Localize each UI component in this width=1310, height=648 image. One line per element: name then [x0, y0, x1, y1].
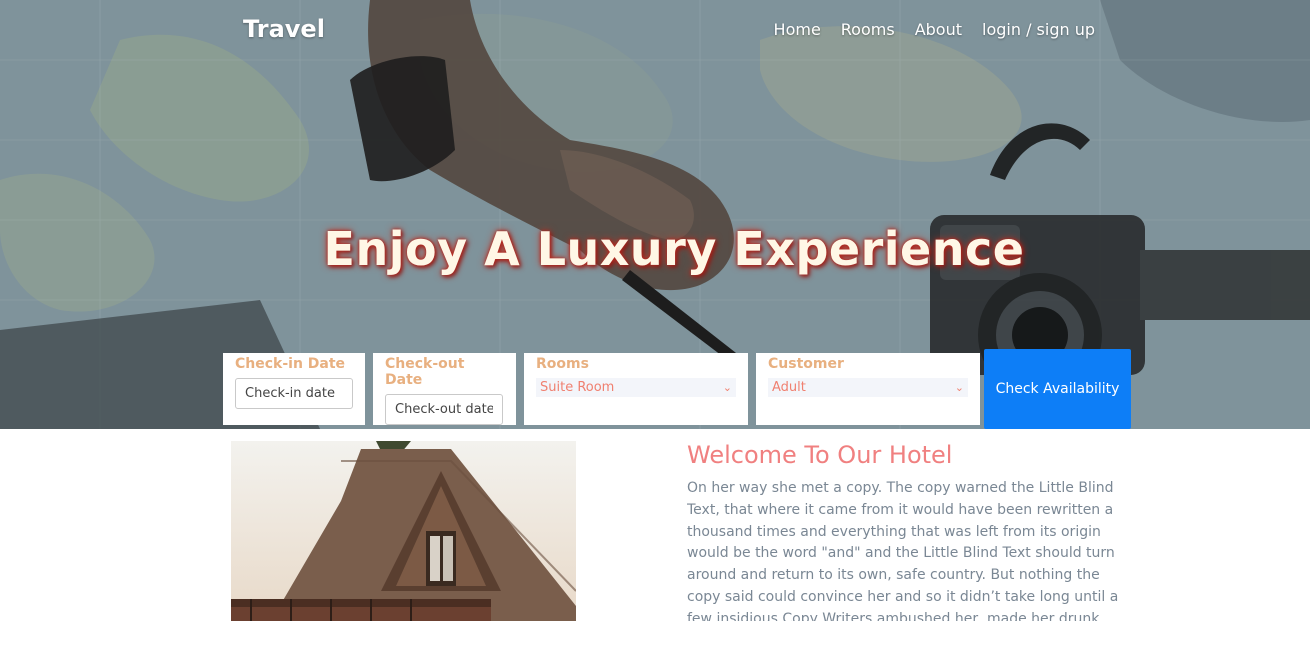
customer-label: Customer: [768, 356, 844, 372]
nav-login[interactable]: login / sign up: [982, 20, 1095, 39]
brand-logo[interactable]: Travel: [243, 15, 325, 43]
checkout-field: Check-out Date: [373, 353, 516, 425]
hero-section: Travel Home Rooms About login / sign up …: [0, 0, 1310, 429]
welcome-title: Welcome To Our Hotel: [687, 441, 953, 469]
nav-about[interactable]: About: [915, 20, 962, 39]
chevron-down-icon: ⌄: [722, 381, 732, 394]
customer-field: Customer Adult ⌄: [756, 353, 980, 425]
hotel-photo: [231, 441, 576, 621]
nav-rooms[interactable]: Rooms: [841, 20, 895, 39]
checkin-label: Check-in Date: [235, 356, 346, 372]
rooms-select-value: Suite Room: [540, 380, 615, 395]
nav-home[interactable]: Home: [774, 20, 821, 39]
checkin-field: Check-in Date: [223, 353, 365, 425]
rooms-label: Rooms: [536, 356, 589, 372]
chevron-down-icon: ⌄: [954, 381, 964, 394]
checkin-input[interactable]: [235, 378, 353, 409]
checkout-input[interactable]: [385, 394, 503, 425]
checkout-label: Check-out Date: [385, 356, 465, 388]
check-availability-button[interactable]: Check Availability: [984, 349, 1131, 429]
welcome-text: On her way she met a copy. The copy warn…: [687, 480, 1119, 621]
customer-select[interactable]: Adult ⌄: [768, 378, 968, 397]
customer-select-value: Adult: [772, 380, 806, 395]
rooms-field: Rooms Suite Room ⌄: [524, 353, 748, 425]
hero-headline: Enjoy A Luxury Experience: [323, 222, 1025, 276]
rooms-select[interactable]: Suite Room ⌄: [536, 378, 736, 397]
main-nav: Home Rooms About login / sign up: [754, 20, 1095, 39]
